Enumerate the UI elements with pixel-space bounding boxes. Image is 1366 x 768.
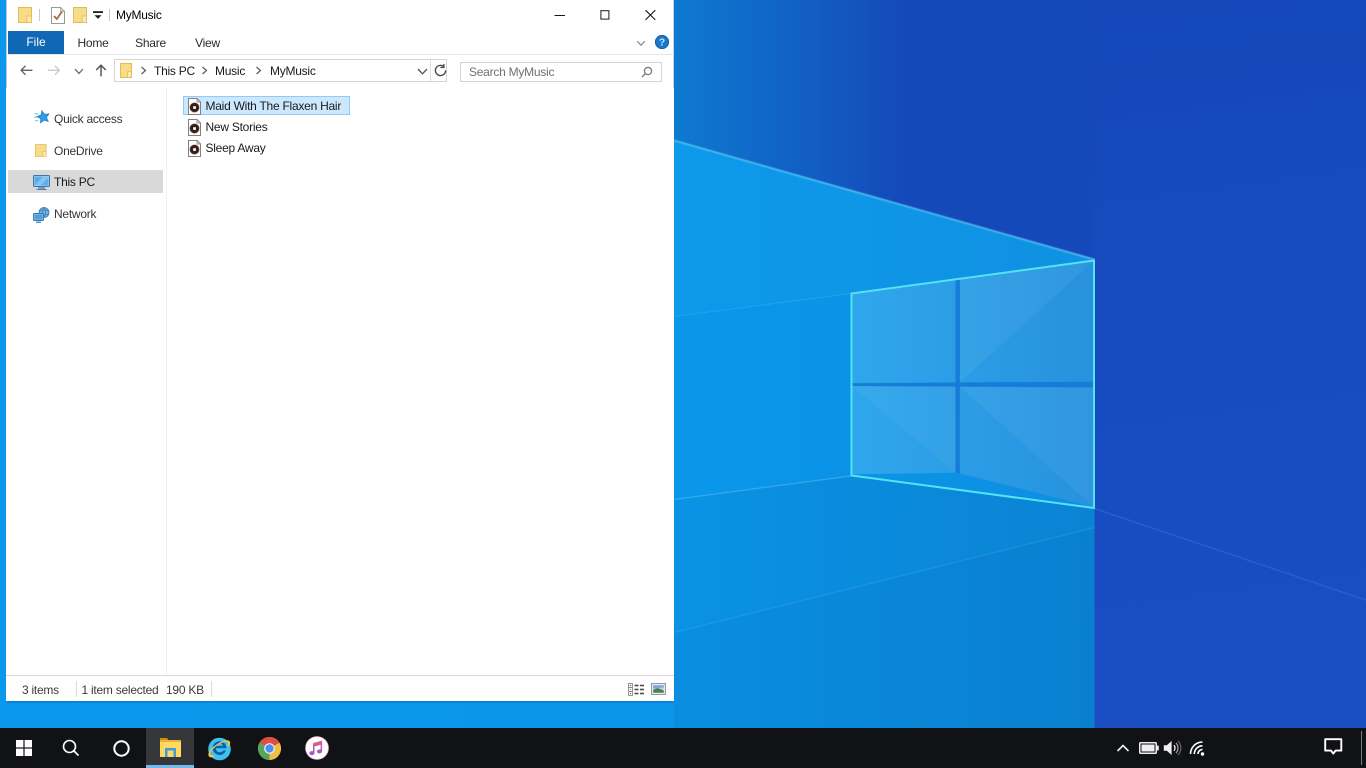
svg-text:?: ?: [658, 37, 664, 48]
